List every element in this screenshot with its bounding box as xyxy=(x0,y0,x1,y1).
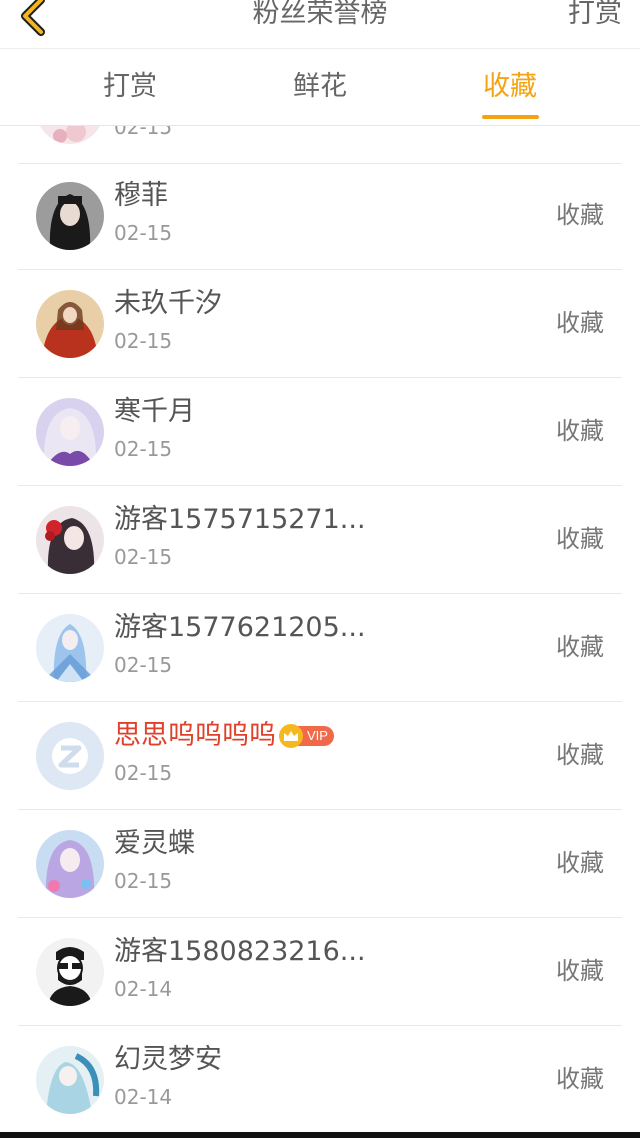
fan-list[interactable]: 02-15 穆菲 02-15 收藏 未玖千汐 02-15 收藏 寒千月 02-1… xyxy=(0,126,640,1132)
fan-name: 寒千月 xyxy=(114,396,195,427)
fan-action-label: 收藏 xyxy=(556,309,604,337)
fan-date: 02-15 xyxy=(114,221,173,245)
crown-icon xyxy=(279,724,303,748)
active-tab-indicator xyxy=(482,115,539,119)
fan-honor-page: 粉丝荣誉榜 打赏 打赏 鲜花 收藏 02-15 穆菲 02-15 收藏 未玖千汐… xyxy=(0,0,640,1138)
bottom-edge xyxy=(0,1132,640,1138)
fan-date: 02-15 xyxy=(114,869,173,893)
tab-favorites[interactable]: 收藏 xyxy=(480,49,540,125)
fan-name: 思思呜呜呜呜 xyxy=(114,720,276,751)
tab-flowers[interactable]: 鲜花 xyxy=(290,49,350,125)
fan-date: 02-15 xyxy=(114,126,173,139)
fan-action-label: 收藏 xyxy=(556,201,604,229)
fan-name: 幻灵梦安 xyxy=(114,1044,222,1075)
fan-name: 游客1575715271... xyxy=(114,504,366,535)
red-flower-girl-avatar-icon xyxy=(36,506,104,574)
list-item[interactable]: 爱灵蝶 02-15 收藏 xyxy=(0,810,640,918)
tab-bar: 打赏 鲜花 收藏 xyxy=(0,49,640,126)
fan-date: 02-15 xyxy=(114,329,173,353)
list-item[interactable]: 游客1575715271... 02-15 收藏 xyxy=(0,486,640,594)
list-item[interactable]: 02-15 xyxy=(0,126,640,164)
fan-date: 02-15 xyxy=(114,545,173,569)
fan-action-label: 收藏 xyxy=(556,417,604,445)
list-item[interactable]: 寒千月 02-15 收藏 xyxy=(0,378,640,486)
dark-hair-girl-avatar-icon xyxy=(36,182,104,250)
list-item[interactable]: 思思呜呜呜呜 VIP 02-15 收藏 xyxy=(0,702,640,810)
page-title: 粉丝荣誉榜 xyxy=(252,0,388,29)
fan-name: 游客1577621205... xyxy=(114,612,366,643)
reward-header-button[interactable]: 打赏 xyxy=(568,0,622,36)
fan-action-label: 收藏 xyxy=(556,741,604,769)
fan-date: 02-15 xyxy=(114,437,173,461)
fan-date: 02-14 xyxy=(114,1085,173,1109)
fan-name: 未玖千汐 xyxy=(114,288,222,319)
blue-dress-girl-avatar-icon xyxy=(36,614,104,682)
tab-reward[interactable]: 打赏 xyxy=(100,49,160,125)
fan-name: 穆菲 xyxy=(114,180,168,211)
fan-name: 游客1580823216... xyxy=(114,936,366,967)
fan-date: 02-14 xyxy=(114,977,173,1001)
list-item[interactable]: 未玖千汐 02-15 收藏 xyxy=(0,270,640,378)
light-blue-avatar-icon xyxy=(36,1046,104,1114)
fan-date: 02-15 xyxy=(114,653,173,677)
bearded-man-avatar-icon xyxy=(36,938,104,1006)
top-bar: 粉丝荣誉榜 打赏 xyxy=(0,0,640,49)
list-item[interactable]: 幻灵梦安 02-14 收藏 xyxy=(0,1026,640,1132)
fan-name: 爱灵蝶 xyxy=(114,828,195,859)
fan-action-label: 收藏 xyxy=(556,525,604,553)
fan-name-vip: 思思呜呜呜呜 VIP xyxy=(114,718,334,754)
pink-avatar-icon xyxy=(36,126,104,144)
list-item[interactable]: 穆菲 02-15 收藏 xyxy=(0,162,640,270)
fan-action-label: 收藏 xyxy=(556,1065,604,1093)
red-robe-avatar-icon xyxy=(36,290,104,358)
fan-action-label: 收藏 xyxy=(556,957,604,985)
fan-action-label: 收藏 xyxy=(556,849,604,877)
fan-action-label: 收藏 xyxy=(556,633,604,661)
purple-hair-avatar-icon xyxy=(36,398,104,466)
list-item[interactable]: 游客1577621205... 02-15 收藏 xyxy=(0,594,640,702)
lilac-girl-avatar-icon xyxy=(36,830,104,898)
vip-badge: VIP xyxy=(279,724,334,748)
fan-date: 02-15 xyxy=(114,761,173,785)
list-item[interactable]: 游客1580823216... 02-14 收藏 xyxy=(0,918,640,1026)
qq-default-avatar-icon xyxy=(36,722,104,790)
